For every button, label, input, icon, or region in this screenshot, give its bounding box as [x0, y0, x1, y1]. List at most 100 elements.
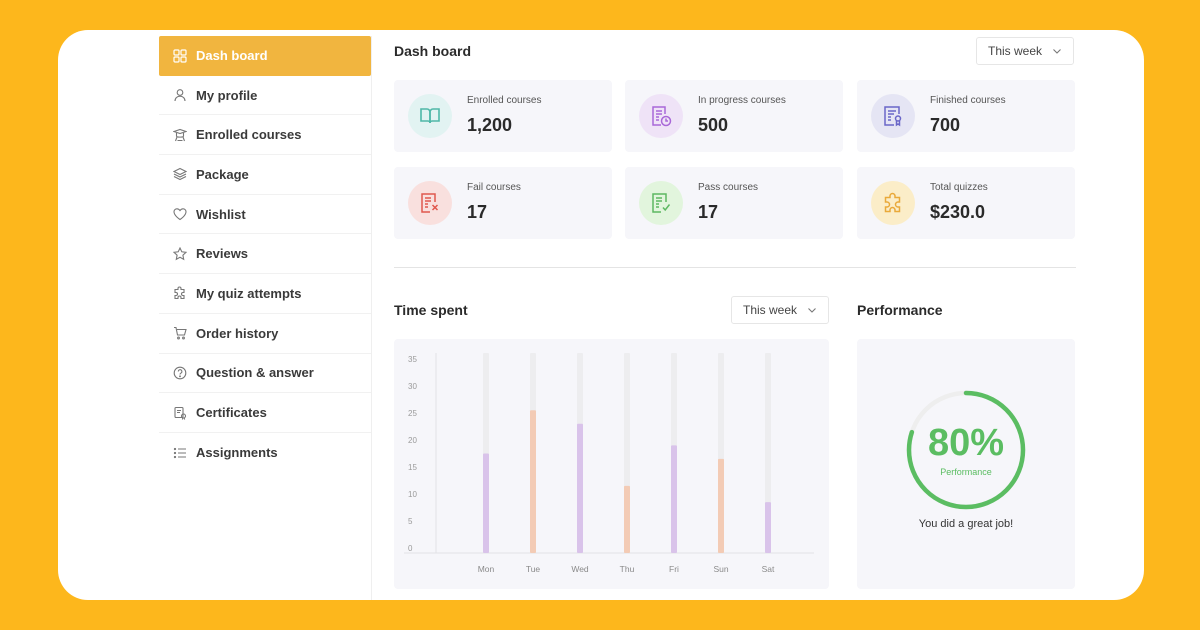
performance-card: 80% Performance You did a great job! [857, 339, 1075, 589]
sidebar-item-label: Package [196, 166, 249, 182]
y-tick-label: 30 [408, 382, 417, 391]
performance-percent: 80% [927, 422, 1005, 464]
y-tick-label: 20 [408, 436, 417, 445]
user-icon [173, 88, 187, 102]
sidebar-item-label: Wishlist [196, 206, 246, 222]
stat-card-enrolled-courses: Enrolled courses 1,200 [394, 80, 612, 152]
sidebar-item-label: Dash board [196, 48, 268, 64]
bar-fri [671, 445, 677, 553]
x-tick-label: Wed [571, 564, 589, 574]
x-tick-label: Fri [669, 564, 679, 574]
time-spent-chart: 0 5 10 15 20 25 30 35 Mon Tue Wed Thu Fri Sun Sat [394, 339, 829, 589]
x-tick-label: Sun [713, 564, 728, 574]
sidebar-item-my-profile[interactable]: My profile [159, 76, 371, 116]
main-content: Dash board This week Enrolled courses 1,… [394, 30, 1076, 600]
graduation-icon [173, 128, 187, 142]
period-select[interactable]: This week [976, 37, 1075, 65]
bar-mon [483, 453, 489, 553]
x-tick-label: Sat [762, 564, 775, 574]
stat-label: Total quizzes [930, 182, 988, 193]
sidebar-item-order-history[interactable]: Order history [159, 314, 371, 354]
stat-label: In progress courses [698, 95, 786, 106]
sidebar-item-enrolled-courses[interactable]: Enrolled courses [159, 115, 371, 156]
chevron-down-icon [1053, 49, 1061, 54]
sidebar-item-label: Question & answer [196, 365, 314, 381]
bar-sun [718, 458, 724, 553]
sidebar-item-wishlist[interactable]: Wishlist [159, 195, 371, 235]
stat-card-pass-courses: Pass courses 17 [625, 167, 843, 239]
puzzle-icon [884, 192, 901, 213]
bar-wed [577, 423, 583, 553]
y-tick-label: 25 [408, 409, 417, 418]
x-tick-label: Mon [478, 564, 495, 574]
stat-value: 17 [467, 202, 488, 222]
document-badge-icon [884, 106, 902, 127]
period-select-value: This week [988, 44, 1043, 58]
sidebar-item-label: My quiz attempts [196, 285, 302, 301]
y-tick-label: 0 [408, 544, 413, 553]
stat-icon-circle [408, 181, 452, 225]
sidebar-item-dashboard[interactable]: Dash board [159, 36, 371, 76]
sidebar-item-label: My profile [196, 87, 258, 103]
performance-title: Performance [857, 302, 943, 318]
sidebar-item-question-answer[interactable]: Question & answer [159, 354, 371, 394]
sidebar: Dash board My profile Enrolled courses P… [159, 36, 372, 600]
sidebar-item-label: Certificates [196, 405, 267, 421]
page-title: Dash board [394, 43, 472, 59]
performance-message: You did a great job! [918, 518, 1014, 530]
sidebar-item-reviews[interactable]: Reviews [159, 234, 371, 275]
puzzle-icon [173, 286, 187, 300]
sidebar-item-label: Enrolled courses [196, 127, 302, 143]
sidebar-item-package[interactable]: Package [159, 155, 371, 195]
sidebar-item-label: Order history [196, 325, 279, 341]
stat-card-fail-courses: Fail courses 17 [394, 167, 612, 239]
x-tick-label: Tue [526, 564, 541, 574]
sidebar-item-label: Assignments [196, 445, 278, 461]
stat-value: $230.0 [930, 202, 986, 222]
y-tick-label: 10 [408, 490, 417, 499]
document-x-icon [421, 193, 439, 213]
layers-icon [173, 167, 187, 181]
chevron-down-icon [808, 308, 816, 313]
stat-value: 1,200 [467, 115, 513, 135]
stat-icon-circle [871, 181, 915, 225]
document-check-icon [652, 193, 671, 213]
stat-card-finished-courses: Finished courses 700 [857, 80, 1075, 152]
stat-icon-circle [871, 94, 915, 138]
x-tick-label: Thu [620, 564, 635, 574]
sidebar-item-assignments[interactable]: Assignments [159, 433, 371, 473]
sidebar-item-certificates[interactable]: Certificates [159, 393, 371, 433]
time-spent-period-select[interactable]: This week [731, 296, 830, 324]
stat-card-total-quizzes: Total quizzes $230.0 [857, 167, 1075, 239]
bar-tue [530, 410, 536, 553]
question-circle-icon [173, 366, 187, 380]
stat-icon-circle [639, 94, 683, 138]
grid-icon [173, 49, 187, 63]
stat-value: 700 [930, 115, 961, 135]
y-tick-label: 5 [408, 517, 413, 526]
y-tick-label: 15 [408, 463, 417, 472]
stat-icon-circle [408, 94, 452, 138]
stat-label: Fail courses [467, 182, 521, 193]
star-icon [173, 246, 187, 261]
bar-sat [765, 502, 771, 553]
stat-label: Pass courses [698, 182, 759, 193]
heart-icon [173, 207, 187, 221]
bar-thu [624, 485, 630, 553]
list-icon [173, 446, 187, 460]
stat-label: Enrolled courses [467, 95, 542, 106]
certificate-icon [173, 406, 187, 420]
section-divider [394, 267, 1076, 268]
cart-icon [173, 326, 187, 340]
sidebar-item-my-quiz-attempts[interactable]: My quiz attempts [159, 274, 371, 314]
performance-sublabel: Performance [940, 467, 992, 477]
stat-icon-circle [639, 181, 683, 225]
stat-card-in-progress-courses: In progress courses 500 [625, 80, 843, 152]
time-spent-title: Time spent [394, 302, 468, 318]
stat-value: 17 [698, 202, 719, 222]
document-clock-icon [652, 106, 672, 127]
y-tick-label: 35 [408, 355, 417, 364]
stat-label: Finished courses [930, 95, 1006, 106]
stat-value: 500 [698, 115, 729, 135]
period-select-value: This week [743, 303, 798, 317]
